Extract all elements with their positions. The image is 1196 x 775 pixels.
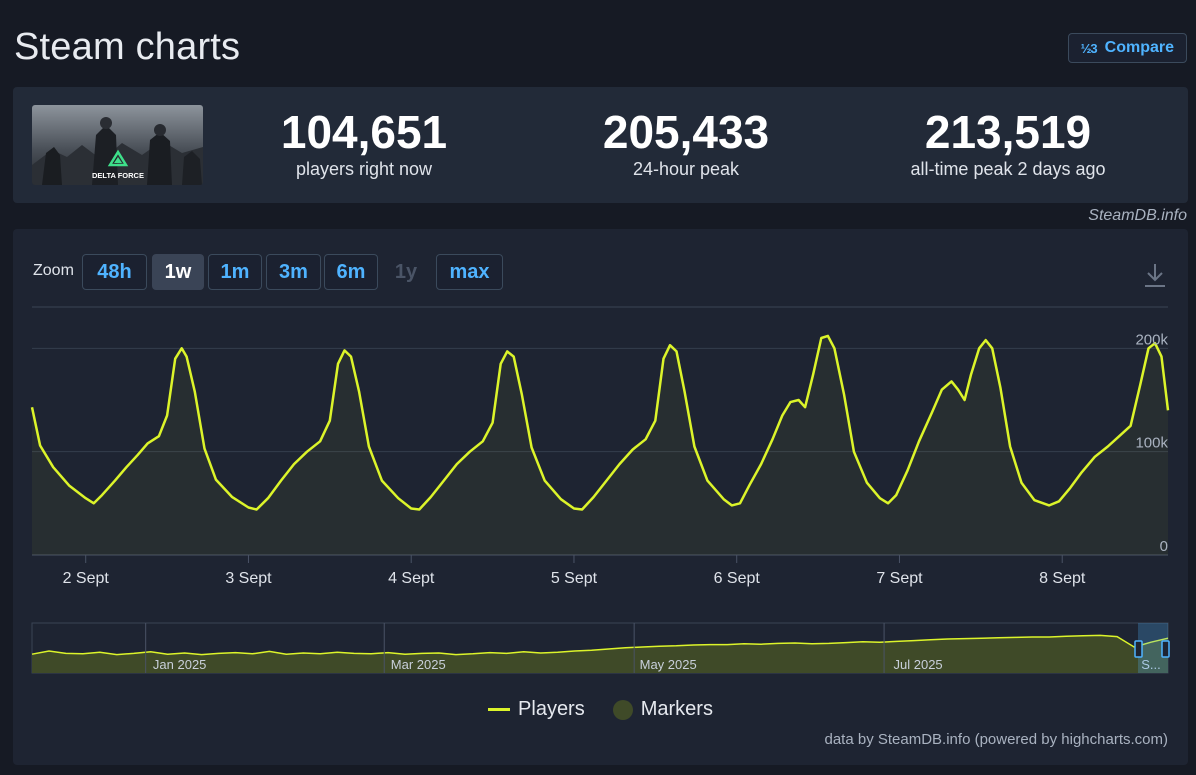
chart-panel: Zoom 48h 1w 1m 3m 6m 1y max 0 100k 200k 2 S… bbox=[13, 229, 1188, 765]
legend-markers-label: Markers bbox=[640, 698, 713, 720]
navigator-label: S... bbox=[1141, 657, 1161, 672]
stat-current-players: 104,651 players right now bbox=[234, 107, 494, 180]
x-tick-label: 6 Sept bbox=[714, 570, 761, 587]
navigator-area bbox=[32, 635, 1168, 673]
x-tick-label: 3 Sept bbox=[225, 570, 272, 587]
all-time-peak-label: all-time peak 2 days ago bbox=[910, 159, 1106, 179]
steamdb-credit[interactable]: SteamDB.info bbox=[1088, 207, 1187, 225]
navigator-line bbox=[31, 634, 1169, 656]
navigator-label: Mar 2025 bbox=[391, 657, 446, 672]
legend-players[interactable]: Players bbox=[488, 698, 585, 721]
players-series-line[interactable] bbox=[30, 334, 1170, 511]
peak-24h-label: 24-hour peak bbox=[632, 159, 740, 179]
stat-24h-peak: 205,433 24-hour peak bbox=[556, 107, 816, 180]
download-icon[interactable] bbox=[1144, 262, 1166, 288]
peak-24h-value: 205,433 bbox=[602, 106, 770, 158]
game-thumbnail[interactable]: DELTA FORCE bbox=[32, 105, 203, 185]
x-tick-label: 2 Sept bbox=[63, 570, 110, 587]
zoom-label: Zoom bbox=[33, 262, 74, 279]
all-time-peak-value: 213,519 bbox=[924, 106, 1092, 158]
stats-panel: DELTA FORCE 104,651 players right now 20… bbox=[13, 87, 1188, 203]
thumbnail-caption: DELTA FORCE bbox=[92, 171, 144, 180]
x-tick-label: 5 Sept bbox=[551, 570, 598, 587]
y-tick-label: 200k bbox=[1135, 331, 1168, 348]
current-players-value: 104,651 bbox=[280, 106, 448, 158]
game-thumbnail-image: DELTA FORCE bbox=[32, 105, 203, 185]
navigator-selection[interactable] bbox=[1138, 623, 1168, 673]
chart-legend: Players Markers bbox=[13, 698, 1188, 721]
y-tick-label: 100k bbox=[1135, 435, 1168, 452]
zoom-48h-button[interactable]: 48h bbox=[82, 254, 147, 290]
x-tick-label: 4 Sept bbox=[388, 570, 435, 587]
compare-button[interactable]: ½3 Compare bbox=[1067, 33, 1187, 63]
zoom-3m-button[interactable]: 3m bbox=[266, 254, 321, 290]
zoom-1y-button: 1y bbox=[394, 260, 418, 283]
zoom-1w-button[interactable]: 1w bbox=[152, 254, 204, 290]
x-tick-label: 8 Sept bbox=[1039, 570, 1086, 587]
page-title: Steam charts bbox=[14, 26, 241, 68]
zoom-6m-button[interactable]: 6m bbox=[324, 254, 378, 290]
legend-markers[interactable]: Markers bbox=[612, 698, 713, 721]
navigator-right-handle[interactable] bbox=[1161, 640, 1170, 658]
stat-all-time-peak: 213,519 all-time peak 2 days ago bbox=[878, 107, 1138, 180]
legend-players-swatch bbox=[488, 708, 511, 711]
legend-markers-swatch bbox=[612, 699, 633, 720]
current-players-label: players right now bbox=[295, 159, 433, 179]
navigator-left-handle[interactable] bbox=[1134, 640, 1143, 658]
zoom-max-button[interactable]: max bbox=[436, 254, 503, 290]
players-area bbox=[32, 335, 1168, 555]
compare-fraction-icon: ½3 bbox=[1080, 40, 1098, 56]
navigator-label: May 2025 bbox=[640, 657, 697, 672]
chart-credit[interactable]: data by SteamDB.info (powered by highcha… bbox=[825, 731, 1169, 748]
player-count-chart: 0 100k 200k 2 Sept 3 Sept 4 Sept 5 Sept 6 Sept 7… bbox=[30, 306, 1170, 674]
navigator-label: Jan 2025 bbox=[153, 657, 207, 672]
y-tick-label: 0 bbox=[1160, 538, 1168, 555]
zoom-1m-button[interactable]: 1m bbox=[208, 254, 262, 290]
x-tick-label: 7 Sept bbox=[876, 570, 923, 587]
legend-players-label: Players bbox=[518, 698, 585, 720]
compare-label: Compare bbox=[1104, 39, 1174, 56]
navigator-label: Jul 2025 bbox=[894, 657, 943, 672]
navigator-frame bbox=[31, 622, 1169, 674]
